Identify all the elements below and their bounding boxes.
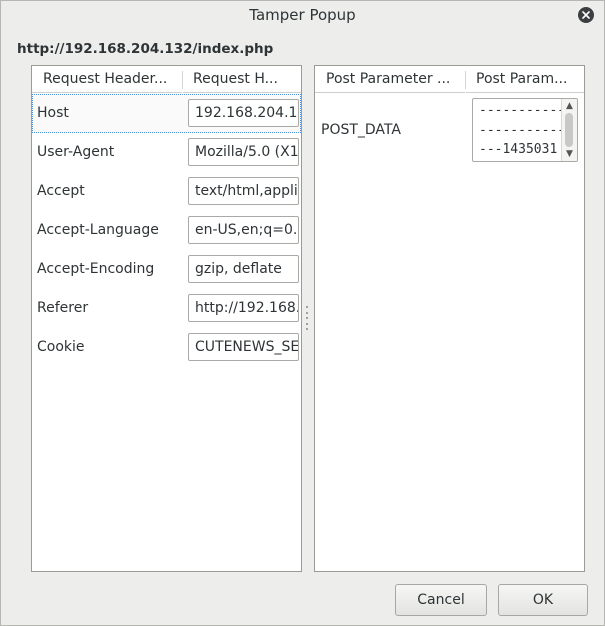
- tamper-popup-window: Tamper Popup http://192.168.204.132/inde…: [0, 0, 605, 626]
- header-row-accept[interactable]: Accept text/html,appli: [32, 172, 301, 211]
- request-url: http://192.168.204.132/index.php: [17, 41, 274, 57]
- header-row-accept-language[interactable]: Accept-Language en-US,en;q=0.5: [32, 211, 301, 250]
- header-value-input[interactable]: http://192.168.: [188, 294, 299, 322]
- column-header-post-parameter-name[interactable]: Post Parameter ...: [315, 66, 465, 93]
- header-row-referer[interactable]: Referer http://192.168.: [32, 289, 301, 328]
- column-header-request-header-value[interactable]: Request H...: [183, 66, 301, 93]
- scroll-down-icon[interactable]: ▼: [565, 150, 574, 159]
- close-icon: [582, 11, 590, 19]
- header-name: Accept-Encoding: [37, 261, 155, 277]
- request-headers-table: Request Header... Request H... Host 192.…: [31, 65, 302, 572]
- header-name: Host: [37, 105, 69, 121]
- window-title: Tamper Popup: [249, 6, 356, 24]
- cancel-button[interactable]: Cancel: [395, 584, 487, 616]
- column-header-request-header-name[interactable]: Request Header...: [32, 66, 182, 93]
- header-value-input[interactable]: gzip, deflate: [188, 255, 299, 283]
- header-name: User-Agent: [37, 144, 115, 160]
- textarea-scrollbar[interactable]: ▲ ▼: [561, 99, 577, 161]
- post-parameters-table: Post Parameter ... Post Param... POST_DA…: [314, 65, 585, 572]
- header-name: Accept: [37, 183, 85, 199]
- column-header-post-parameter-value[interactable]: Post Param...: [466, 66, 584, 93]
- header-name: Accept-Language: [37, 222, 159, 238]
- header-row-user-agent[interactable]: User-Agent Mozilla/5.0 (X11: [32, 133, 301, 172]
- header-value-input[interactable]: Mozilla/5.0 (X11: [188, 138, 299, 166]
- post-data-textarea[interactable]: ----------- ----------- ---1435031 ▲ ▼: [472, 98, 578, 162]
- header-value-input[interactable]: CUTENEWS_SESSION: [188, 333, 299, 361]
- header-value-input[interactable]: text/html,appli: [188, 177, 299, 205]
- header-row-host[interactable]: Host 192.168.204.132: [32, 94, 301, 133]
- post-data-text[interactable]: ----------- ----------- ---1435031: [479, 101, 563, 160]
- scroll-up-icon[interactable]: ▲: [565, 102, 574, 111]
- header-row-cookie[interactable]: Cookie CUTENEWS_SESSION: [32, 328, 301, 367]
- scroll-thumb[interactable]: [565, 113, 573, 147]
- pane-splitter-handle[interactable]: [305, 306, 309, 330]
- header-value-input[interactable]: en-US,en;q=0.5: [188, 216, 299, 244]
- header-row-accept-encoding[interactable]: Accept-Encoding gzip, deflate: [32, 250, 301, 289]
- post-param-name: POST_DATA: [321, 122, 401, 138]
- header-value-input[interactable]: 192.168.204.132: [188, 99, 299, 127]
- header-name: Cookie: [37, 339, 85, 355]
- header-name: Referer: [37, 300, 89, 316]
- close-button[interactable]: [578, 7, 594, 23]
- ok-button[interactable]: OK: [498, 584, 588, 616]
